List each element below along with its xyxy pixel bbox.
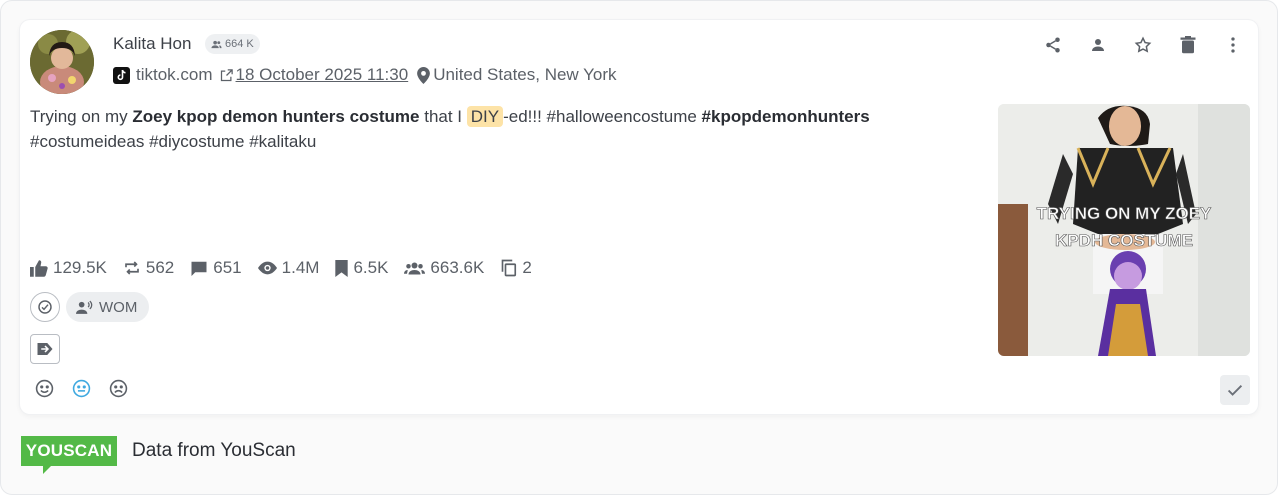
group-icon xyxy=(211,40,222,48)
trash-icon[interactable] xyxy=(1177,34,1199,56)
text-part: -ed!!! #halloweencostume xyxy=(503,107,702,126)
tags-row: WOM xyxy=(30,292,150,322)
source-link[interactable]: tiktok.com xyxy=(136,65,213,85)
eye-icon xyxy=(257,261,277,275)
post-date-link[interactable]: 18 October 2025 11:30 xyxy=(236,65,409,85)
post-thumbnail[interactable]: TRYING ON MY ZOEY KPDH COSTUME xyxy=(998,104,1250,356)
check-circle-button[interactable] xyxy=(30,292,60,322)
external-link-icon[interactable] xyxy=(219,68,234,83)
star-icon[interactable] xyxy=(1132,34,1154,56)
hashtag-bold: #kpopdemonhunters xyxy=(701,107,870,126)
saves-stat: 6.5K xyxy=(335,258,388,278)
text-part: #costumeideas #diycostume #kalitaku xyxy=(30,132,317,151)
author-name[interactable]: Kalita Hon xyxy=(113,34,191,54)
comments-count: 651 xyxy=(213,258,242,277)
duplicates-count: 2 xyxy=(522,258,532,277)
avatar[interactable] xyxy=(30,30,94,94)
footer-text: Data from YouScan xyxy=(132,440,296,461)
location-pin-icon xyxy=(417,66,431,84)
wom-label: WOM xyxy=(99,298,138,316)
tag-arrow-icon xyxy=(37,343,53,355)
post-card: Kalita Hon 664 K tiktok.com 18 October 2… xyxy=(20,20,1258,414)
followers-count: 664 K xyxy=(225,38,254,50)
smile-icon[interactable] xyxy=(34,378,54,398)
reposts-count: 562 xyxy=(145,258,175,277)
thumbnail-caption-line-2: KPDH COSTUME xyxy=(1055,231,1193,250)
sentiment-selector xyxy=(34,378,128,398)
text-part: Trying on my xyxy=(30,107,133,126)
tiktok-icon xyxy=(113,66,130,84)
meta-row: tiktok.com 18 October 2025 11:30 United … xyxy=(113,64,617,86)
more-vert-icon[interactable] xyxy=(1222,34,1244,56)
comment-icon xyxy=(191,261,207,276)
person-icon[interactable] xyxy=(1087,34,1109,56)
mark-processed-button[interactable] xyxy=(1220,375,1250,405)
followers-badge: 664 K xyxy=(205,34,260,54)
check-circle-icon xyxy=(38,300,52,314)
reposts-stat: 562 xyxy=(123,258,174,278)
repost-icon xyxy=(125,261,139,275)
comments-stat: 651 xyxy=(190,258,242,278)
likes-stat: 129.5K xyxy=(30,258,107,278)
group-icon xyxy=(404,262,426,274)
location: United States, New York xyxy=(433,65,617,84)
megaphone-icon xyxy=(76,300,93,314)
youscan-logo: YOUSCAN xyxy=(21,436,117,474)
post-text: Trying on my Zoey kpop demon hunters cos… xyxy=(30,104,970,154)
wom-tag[interactable]: WOM xyxy=(66,292,150,322)
copy-icon xyxy=(501,259,517,277)
neutral-face-icon[interactable] xyxy=(71,378,91,398)
views-count: 1.4M xyxy=(281,258,320,277)
post-actions xyxy=(1042,34,1244,56)
add-tag-button[interactable] xyxy=(30,334,60,364)
audience-count: 663.6K xyxy=(430,258,485,277)
stats-row: 129.5K 562 651 1.4M 6.5K 663.6K 2 xyxy=(30,258,548,278)
text-part: that I xyxy=(419,107,467,126)
check-icon xyxy=(1227,384,1243,396)
thumb-up-icon xyxy=(30,259,48,277)
thumbnail-caption-line-1: TRYING ON MY ZOEY xyxy=(1037,204,1212,223)
views-stat: 1.4M xyxy=(257,258,320,278)
keyword-bold: Zoey kpop demon hunters costume xyxy=(132,107,420,126)
saves-count: 6.5K xyxy=(353,258,389,277)
duplicates-stat[interactable]: 2 xyxy=(500,258,532,278)
keyword-highlight: DIY xyxy=(466,106,504,127)
bookmark-icon xyxy=(335,259,349,277)
share-icon[interactable] xyxy=(1042,34,1064,56)
likes-count: 129.5K xyxy=(53,258,107,277)
footer: YOUSCAN Data from YouScan xyxy=(21,436,296,474)
audience-stat: 663.6K xyxy=(404,258,484,278)
sad-face-icon[interactable] xyxy=(108,378,128,398)
